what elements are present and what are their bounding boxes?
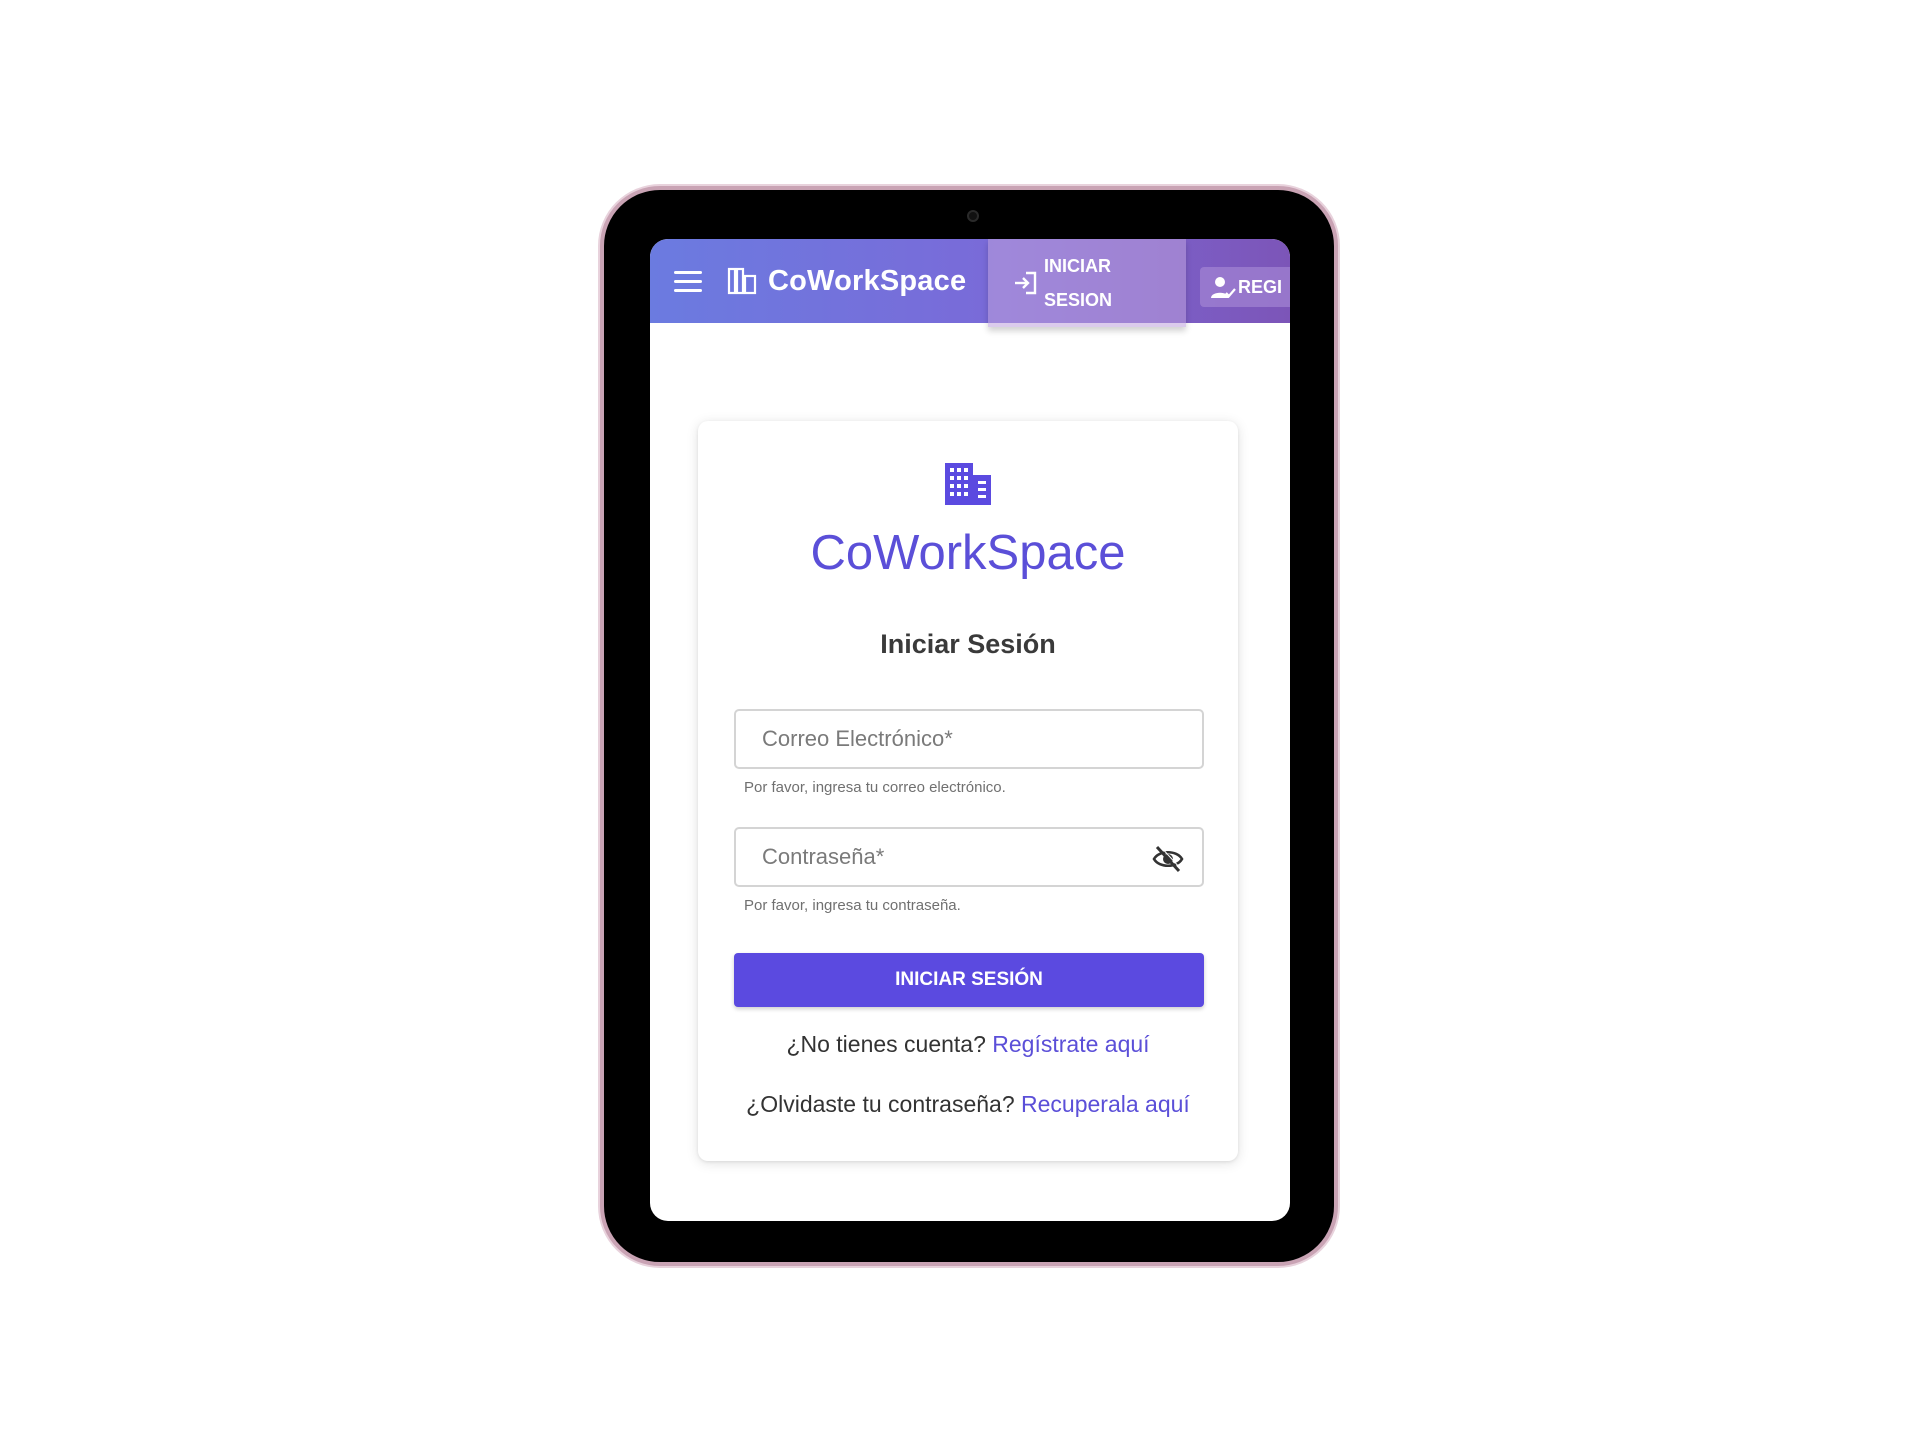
recover-prompt-text: ¿Olvidaste tu contraseña? bbox=[746, 1091, 1015, 1117]
app-screen: CoWorkSpace INICIAR SESION REGI CoWorkSp… bbox=[650, 239, 1290, 1221]
recover-password-link[interactable]: Recuperala aquí bbox=[1021, 1091, 1190, 1117]
email-field[interactable] bbox=[734, 709, 1204, 769]
email-helper-text: Por favor, ingresa tu correo electrónico… bbox=[744, 779, 1006, 796]
password-field[interactable] bbox=[734, 827, 1204, 887]
building-icon bbox=[727, 267, 757, 295]
tablet-frame: CoWorkSpace INICIAR SESION REGI CoWorkSp… bbox=[600, 186, 1338, 1266]
nav-login-button[interactable]: INICIAR SESION bbox=[988, 239, 1186, 327]
email-input[interactable] bbox=[736, 711, 1202, 767]
recover-prompt: ¿Olvidaste tu contraseña? Recuperala aqu… bbox=[698, 1091, 1238, 1118]
card-brand-title: CoWorkSpace bbox=[810, 526, 1126, 580]
app-bar: CoWorkSpace INICIAR SESION REGI bbox=[650, 239, 1290, 327]
nav-register-button[interactable]: REGI bbox=[1200, 267, 1290, 307]
menu-icon[interactable] bbox=[674, 263, 710, 299]
login-icon bbox=[1015, 271, 1037, 295]
register-link[interactable]: Regístrate aquí bbox=[992, 1031, 1149, 1057]
login-card: CoWorkSpace Iniciar Sesión Por favor, in… bbox=[698, 421, 1238, 1161]
nav-login-label: INICIAR SESION bbox=[1044, 256, 1113, 310]
app-title[interactable]: CoWorkSpace bbox=[768, 265, 966, 298]
register-prompt-text: ¿No tienes cuenta? bbox=[786, 1031, 986, 1057]
page-title: Iniciar Sesión bbox=[880, 629, 1056, 659]
password-helper-text: Por favor, ingresa tu contraseña. bbox=[744, 897, 961, 914]
nav-register-label: REGI bbox=[1238, 276, 1283, 297]
building-icon bbox=[945, 463, 991, 505]
login-submit-button[interactable]: INICIAR SESIÓN bbox=[734, 953, 1204, 1007]
person-check-icon bbox=[1211, 277, 1236, 298]
eye-off-icon[interactable] bbox=[1152, 844, 1184, 874]
camera-dot bbox=[967, 210, 979, 222]
register-prompt: ¿No tienes cuenta? Regístrate aquí bbox=[698, 1031, 1238, 1058]
password-input[interactable] bbox=[736, 829, 1202, 885]
